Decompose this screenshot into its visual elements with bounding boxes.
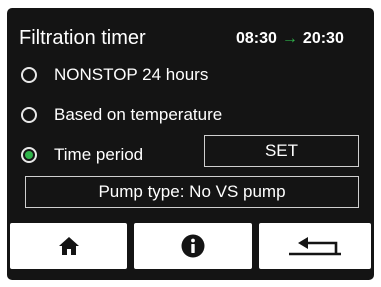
return-button[interactable] xyxy=(259,223,371,269)
option-time-period-label: Time period xyxy=(54,145,144,164)
arrow-right-icon: → xyxy=(281,30,298,47)
page-title: Filtration timer xyxy=(19,27,146,49)
pump-type-display[interactable]: Pump type: No VS pump xyxy=(25,176,359,208)
schedule-time-range: 08:30 → 20:30 xyxy=(236,29,344,49)
info-button[interactable] xyxy=(134,223,252,269)
radio-time-period[interactable] xyxy=(21,147,37,163)
info-icon xyxy=(181,234,205,258)
radio-nonstop[interactable] xyxy=(21,67,37,83)
start-time: 08:30 xyxy=(236,30,277,47)
option-nonstop-label: NONSTOP 24 hours xyxy=(54,65,209,84)
set-button[interactable]: SET xyxy=(204,135,359,167)
return-icon xyxy=(289,237,341,256)
home-icon xyxy=(58,237,79,255)
radio-temperature[interactable] xyxy=(21,107,37,123)
home-button[interactable] xyxy=(10,223,127,269)
option-temperature-label: Based on temperature xyxy=(54,105,223,124)
filtration-timer-screen: Filtration timer 08:30 → 20:30 NONSTOP 24 … xyxy=(7,8,374,280)
option-nonstop[interactable]: NONSTOP 24 hours xyxy=(21,64,208,86)
option-time-period[interactable]: Time period xyxy=(21,144,143,166)
option-temperature[interactable]: Based on temperature xyxy=(21,104,222,126)
end-time: 20:30 xyxy=(302,30,344,47)
